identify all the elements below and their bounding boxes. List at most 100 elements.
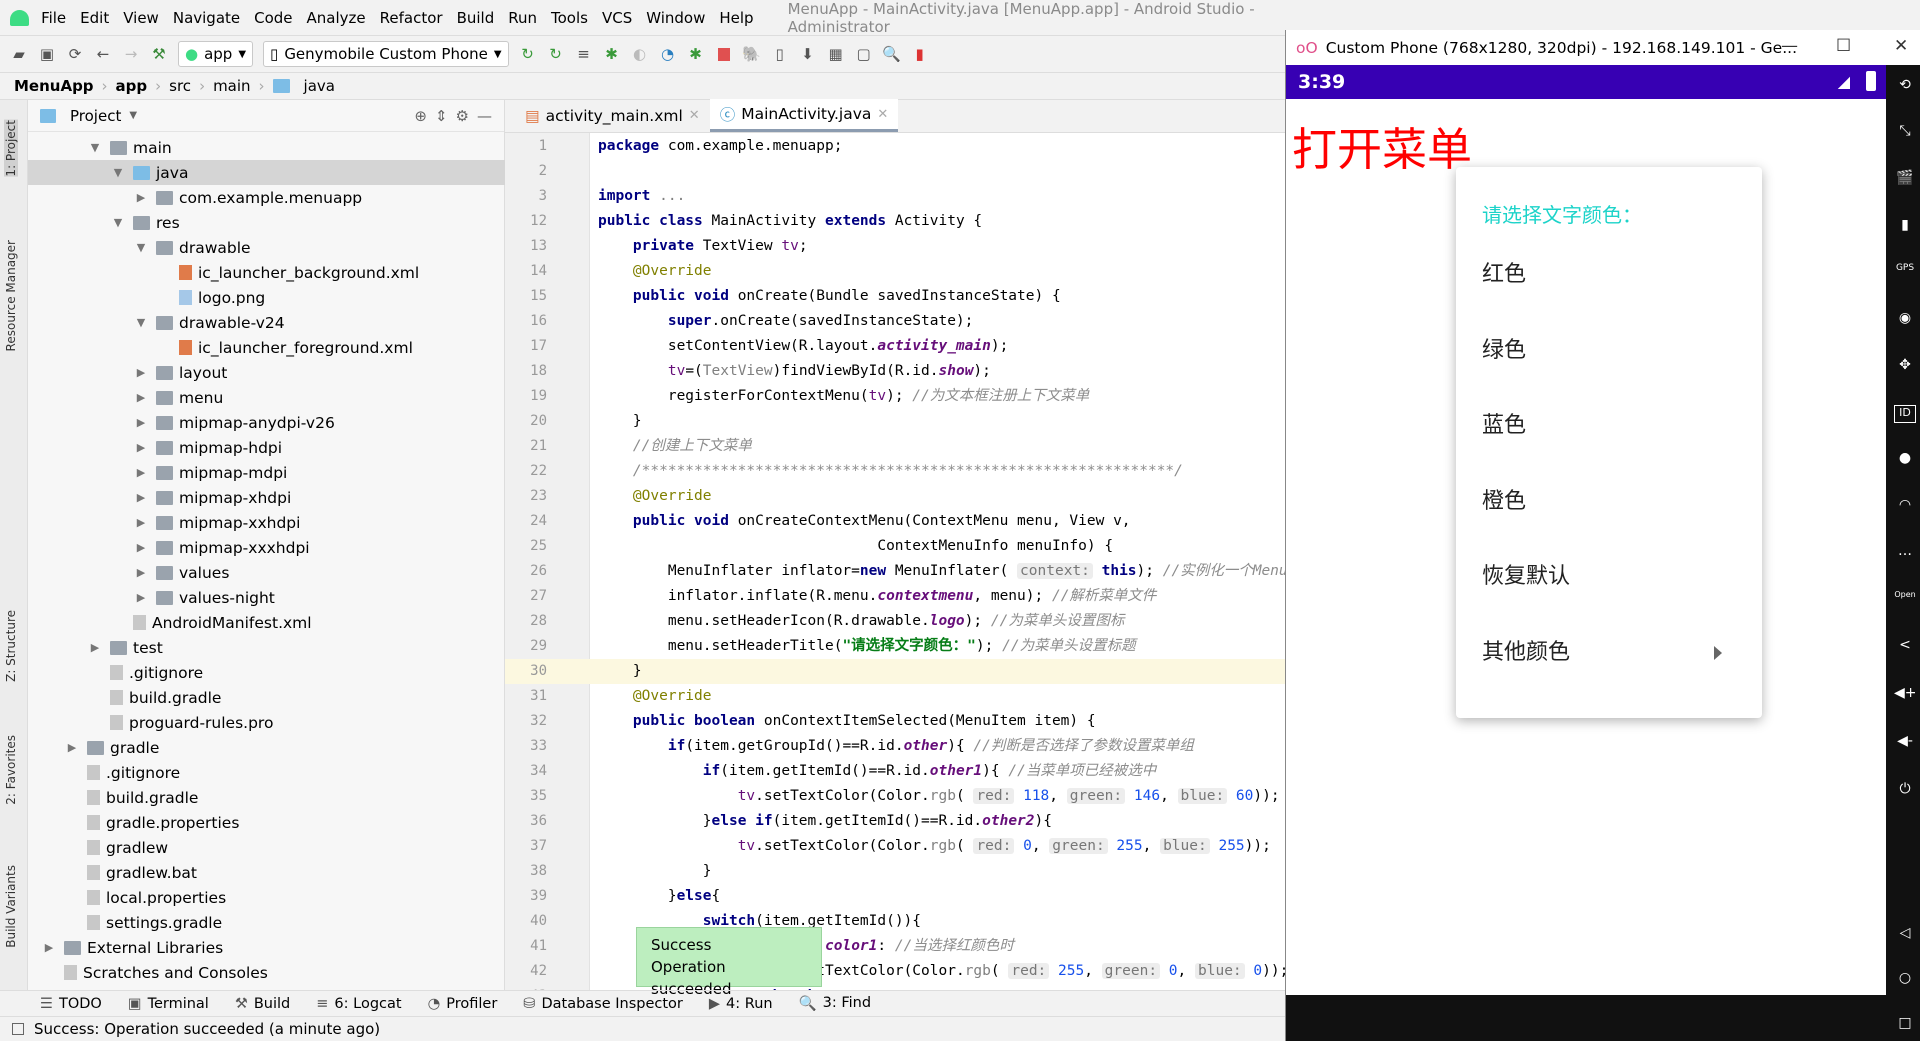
tree-item[interactable]: ▶ values	[28, 560, 230, 585]
collapsed-arrow-icon[interactable]: ▶	[65, 741, 79, 754]
tool-window--logcat[interactable]: ≡ 6: Logcat	[316, 996, 401, 1012]
collapsed-arrow-icon[interactable]: ▶	[134, 516, 148, 529]
collapsed-arrow-icon[interactable]: ▶	[88, 641, 102, 654]
editor-tab[interactable]: ⓒ MainActivity.java ✕	[709, 99, 899, 132]
project-structure-icon[interactable]: ▦	[827, 45, 845, 63]
power-icon[interactable]: ⏻	[1894, 781, 1916, 799]
battery-widget-icon[interactable]: ▮	[1894, 217, 1916, 235]
menu-run[interactable]: Run	[508, 9, 537, 27]
context-menu-item[interactable]: 红色	[1482, 256, 1526, 288]
maximize-button[interactable]: ☐	[1836, 36, 1851, 56]
minimize-button[interactable]: —	[1781, 36, 1798, 56]
context-menu-item[interactable]: 绿色	[1482, 332, 1526, 364]
screencast-icon[interactable]: 🎬	[1894, 170, 1916, 188]
menu-analyze[interactable]: Analyze	[307, 9, 366, 27]
run-config-select[interactable]: ● app ▼	[178, 41, 254, 67]
tab-build-variants[interactable]: Build Variants	[4, 865, 18, 948]
breadcrumb-item[interactable]: src	[169, 77, 191, 95]
breadcrumb-item[interactable]: main	[213, 77, 250, 95]
tree-item[interactable]: build.gradle	[28, 685, 221, 710]
open-icon[interactable]: ▰	[10, 45, 28, 63]
context-menu-item[interactable]: 恢复默认	[1482, 558, 1570, 590]
tab-structure[interactable]: Z: Structure	[4, 610, 18, 682]
tree-item[interactable]: ▶ External Libraries	[28, 935, 223, 960]
tree-item[interactable]: .gitignore	[28, 760, 180, 785]
menu-edit[interactable]: Edit	[80, 9, 109, 27]
menu-build[interactable]: Build	[457, 9, 495, 27]
apply-changes-icon[interactable]: ↻	[547, 45, 565, 63]
tree-item[interactable]: ▶ layout	[28, 360, 228, 385]
tree-item[interactable]: logo.png	[28, 285, 265, 310]
sms-icon[interactable]: …	[1894, 543, 1916, 561]
tool-window-build[interactable]: ⚒ Build	[235, 996, 290, 1012]
menu-window[interactable]: Window	[646, 9, 705, 27]
tree-item[interactable]: ▼ main	[28, 135, 172, 160]
menu-file[interactable]: File	[41, 9, 66, 27]
menu-view[interactable]: View	[123, 9, 159, 27]
rerun-icon[interactable]: ↻	[519, 45, 537, 63]
expanded-arrow-icon[interactable]: ▼	[88, 141, 102, 154]
tool-window-todo[interactable]: ☰ TODO	[40, 996, 102, 1012]
collapsed-arrow-icon[interactable]: ▶	[134, 491, 148, 504]
tab-project[interactable]: 1: Project	[4, 120, 18, 177]
back-icon[interactable]: ←	[94, 45, 112, 63]
tree-item[interactable]: gradle.properties	[28, 810, 239, 835]
breadcrumb-item[interactable]: app	[116, 77, 148, 95]
device-manager-icon[interactable]: ▮	[911, 45, 929, 63]
context-menu-item[interactable]: 蓝色	[1482, 407, 1526, 439]
tree-item[interactable]: gradlew	[28, 835, 168, 860]
sdk-manager-icon[interactable]: ⬇	[799, 45, 817, 63]
avd-manager-icon[interactable]: ▯	[771, 45, 789, 63]
forward-icon[interactable]: →	[122, 45, 140, 63]
tree-item[interactable]: ic_launcher_background.xml	[28, 260, 419, 285]
expanded-arrow-icon[interactable]: ▼	[111, 216, 125, 229]
collapsed-arrow-icon[interactable]: ▶	[42, 941, 56, 954]
collapsed-arrow-icon[interactable]: ▶	[134, 366, 148, 379]
apply-code-changes-icon[interactable]: ≡	[575, 45, 593, 63]
coverage-icon[interactable]: ◐	[631, 45, 649, 63]
close-tab-icon[interactable]: ✕	[877, 107, 888, 122]
tree-item[interactable]: proguard-rules.pro	[28, 710, 273, 735]
collapse-all-icon[interactable]: ⇕	[435, 107, 448, 125]
sync-icon[interactable]: ⟳	[66, 45, 84, 63]
collapsed-arrow-icon[interactable]: ▶	[134, 416, 148, 429]
save-icon[interactable]: ▣	[38, 45, 56, 63]
tree-item[interactable]: ▶ values-night	[28, 585, 275, 610]
search-icon[interactable]: 🔍	[882, 45, 901, 63]
tree-item[interactable]: ▶ gradle	[28, 735, 160, 760]
collapsed-arrow-icon[interactable]: ▶	[134, 191, 148, 204]
menu-refactor[interactable]: Refactor	[380, 9, 443, 27]
volume-up-icon[interactable]: ◀+	[1894, 685, 1917, 703]
disk-io-icon[interactable]: ●	[1894, 450, 1916, 468]
network-icon[interactable]: ◠	[1894, 497, 1916, 515]
tree-item[interactable]: .gitignore	[28, 660, 203, 685]
hide-panel-icon[interactable]: —	[477, 107, 492, 125]
project-view-select[interactable]: Project	[70, 107, 121, 125]
editor-tab[interactable]: ▤ activity_main.xml ✕	[515, 99, 710, 132]
attach-debugger-icon[interactable]: ✱	[687, 45, 705, 63]
tree-item[interactable]: ▼ java	[28, 160, 505, 185]
tree-item[interactable]: local.properties	[28, 885, 226, 910]
code-area[interactable]: 1 package com.example.menuapp; 2 3 import ..…	[505, 133, 1285, 990]
tree-item[interactable]: ▶ test	[28, 635, 163, 660]
context-menu-item[interactable]: 橙色	[1482, 483, 1526, 515]
share-icon[interactable]: <	[1894, 637, 1916, 655]
collapsed-arrow-icon[interactable]: ▶	[134, 391, 148, 404]
menu-vcs[interactable]: VCS	[602, 9, 632, 27]
collapsed-arrow-icon[interactable]: ▶	[134, 591, 148, 604]
menu-help[interactable]: Help	[719, 9, 753, 27]
tree-item[interactable]: build.gradle	[28, 785, 198, 810]
expanded-arrow-icon[interactable]: ▼	[134, 241, 148, 254]
tree-item[interactable]: gradlew.bat	[28, 860, 197, 885]
volume-down-icon[interactable]: ◀-	[1894, 733, 1916, 751]
tree-item[interactable]: ▼ drawable	[28, 235, 251, 260]
breadcrumb-item[interactable]: MenuApp	[14, 77, 94, 95]
tree-item[interactable]: ▼ res	[28, 210, 180, 235]
debug-icon[interactable]: ✱	[603, 45, 621, 63]
stop-icon[interactable]	[715, 45, 733, 63]
gps-icon[interactable]: GPS	[1894, 263, 1916, 281]
home-nav-icon[interactable]: ○	[1894, 970, 1916, 988]
tree-item[interactable]: ▶ menu	[28, 385, 224, 410]
identifiers-icon[interactable]: ID	[1894, 405, 1916, 423]
collapsed-arrow-icon[interactable]: ▶	[134, 566, 148, 579]
